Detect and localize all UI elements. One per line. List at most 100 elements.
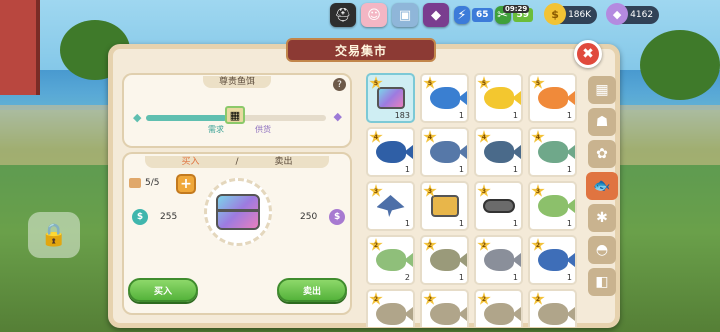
coin-amount: 186K (568, 10, 592, 20)
category-tab-pile[interactable]: ☗ (588, 108, 616, 136)
quantity-value: 5/5 (145, 178, 160, 188)
category-tab-beetle[interactable]: ✱ (588, 204, 616, 232)
green-fish-icon (537, 141, 575, 163)
buy-tab-label[interactable]: 买入 (163, 156, 218, 168)
lock-icon: 🔒 (40, 222, 68, 248)
swordfish-icon (429, 141, 467, 163)
help-button[interactable]: ? (333, 78, 346, 91)
sturgeon-icon (483, 249, 521, 271)
buy-price: $ 255 (132, 209, 177, 225)
star-rating-badge: 4 (531, 130, 545, 143)
bag-icon (129, 178, 141, 188)
item-slot[interactable]: 41 (528, 127, 577, 177)
item-count: 1 (512, 219, 518, 228)
star-rating-badge: 4 (423, 130, 437, 143)
item-slot[interactable]: 21 (528, 235, 577, 285)
item-slot[interactable]: 22 (366, 235, 415, 285)
star-rating-badge: 3 (531, 184, 545, 197)
rainbow-chest-icon (376, 87, 405, 109)
profile-badge-icon[interactable]: ⛑ (330, 3, 356, 27)
gem-counter[interactable]: ◆ 4162 (606, 3, 660, 25)
bait-title: 尊贵鱼饵 (202, 76, 271, 88)
shark-icon (483, 141, 521, 163)
supply-gem-icon: ◆ (333, 110, 342, 123)
item-slot[interactable]: 2 (474, 289, 523, 327)
supply-label: 供货 (255, 125, 271, 134)
item-count: 1 (566, 165, 572, 174)
star-rating-badge: 4 (477, 130, 491, 143)
item-grid-scroll[interactable]: 5 183 5 1 5 1 5 1 4 1 4 1 4 1 4 1 3 1 3 1 3 1 3 1 2 2 2 1 2 1 2 1 2 2 2 2 (366, 73, 586, 327)
item-count: 1 (458, 219, 464, 228)
gold-chest-icon (430, 195, 459, 217)
energy-value: 65 (472, 8, 493, 22)
item-slot[interactable]: 2 (420, 289, 469, 327)
category-tab-grid[interactable]: ▦ (588, 76, 616, 104)
item-count: 1 (566, 219, 572, 228)
lightning-icon: ⚡ (454, 6, 470, 24)
star-rating-badge: 4 (369, 130, 383, 143)
sell-button[interactable]: 卖出 (277, 278, 347, 302)
item-count: 1 (458, 165, 464, 174)
sell-tab-label[interactable]: 卖出 (256, 156, 311, 168)
star-rating-badge: 2 (369, 238, 383, 251)
item-count: 183 (394, 111, 410, 120)
sailfish-icon (537, 249, 575, 271)
item-slot[interactable]: 41 (366, 127, 415, 177)
book-icon[interactable]: ◆ (423, 3, 449, 27)
item-slot[interactable]: 51 (420, 73, 469, 123)
bait-info-card: 尊贵鱼饵 ? ◆ ▦ ◆ 需求 供货 (122, 73, 352, 148)
item-slot[interactable]: 21 (474, 235, 523, 285)
item-slot[interactable]: 2 (528, 289, 577, 327)
item-slot[interactable]: 41 (420, 127, 469, 177)
item-slot[interactable]: 51 (474, 73, 523, 123)
item-slot[interactable]: 51 (528, 73, 577, 123)
item-slot[interactable]: 21 (420, 235, 469, 285)
item-count: 1 (512, 273, 518, 282)
gift-chest-icon[interactable]: ▣ (392, 3, 418, 27)
background-house (0, 0, 40, 95)
panel-title: 交易集市 (286, 38, 436, 62)
buy-button[interactable]: 买入 (128, 278, 198, 302)
close-button[interactable]: ✖ (574, 40, 602, 68)
energy-meter: ⚡ 65 09:29 ✂ 59 (454, 5, 534, 24)
fish-icon (483, 303, 521, 325)
item-count: 1 (404, 165, 410, 174)
category-tab-fish-tab[interactable]: 🐟 (586, 172, 618, 200)
sell-price: 250 $ (300, 209, 346, 225)
supply-demand-fill (146, 115, 227, 121)
star-rating-badge: 2 (369, 292, 383, 305)
yellow-butterflyfish-icon (483, 87, 521, 109)
fish-icon (537, 303, 575, 325)
item-slot[interactable]: 31 (420, 181, 469, 231)
locked-tool-button[interactable]: 🔒 (28, 212, 80, 258)
item-count: 1 (566, 111, 572, 120)
star-rating-badge: 5 (531, 76, 545, 89)
item-slot[interactable]: 41 (474, 127, 523, 177)
category-tab-shell[interactable]: ◓ (588, 236, 616, 264)
fish-icon (375, 303, 413, 325)
item-slot[interactable]: 31 (474, 181, 523, 231)
item-count: 1 (458, 273, 464, 282)
category-tab-flower[interactable]: ✿ (588, 140, 616, 168)
item-count: 1 (458, 111, 464, 120)
item-slot[interactable]: 5 183 (366, 73, 415, 123)
add-quantity-button[interactable]: + (176, 174, 196, 194)
item-count: 2 (404, 273, 410, 282)
item-slot[interactable]: 31 (366, 181, 415, 231)
close-icon: ✖ (582, 46, 594, 62)
star-rating-badge: 2 (423, 238, 437, 251)
avatar[interactable]: ☺ (361, 3, 387, 27)
category-tab-tile[interactable]: ◧ (588, 268, 616, 296)
fish-tab-icon: 🐟 (593, 178, 611, 194)
gem-amount: 4162 (630, 10, 654, 20)
blue-fish-icon (429, 87, 467, 109)
star-rating-badge: 5 (423, 76, 437, 89)
item-slot[interactable]: 31 (528, 181, 577, 231)
green-trout-icon (537, 195, 575, 217)
item-slot[interactable]: 2 (366, 289, 415, 327)
background-tree (640, 30, 720, 100)
gem-icon: ◆ (606, 3, 629, 25)
coin-counter[interactable]: $ 186K (544, 3, 598, 25)
star-rating-badge: 2 (531, 238, 545, 251)
rainbow-chest-icon (216, 194, 260, 230)
